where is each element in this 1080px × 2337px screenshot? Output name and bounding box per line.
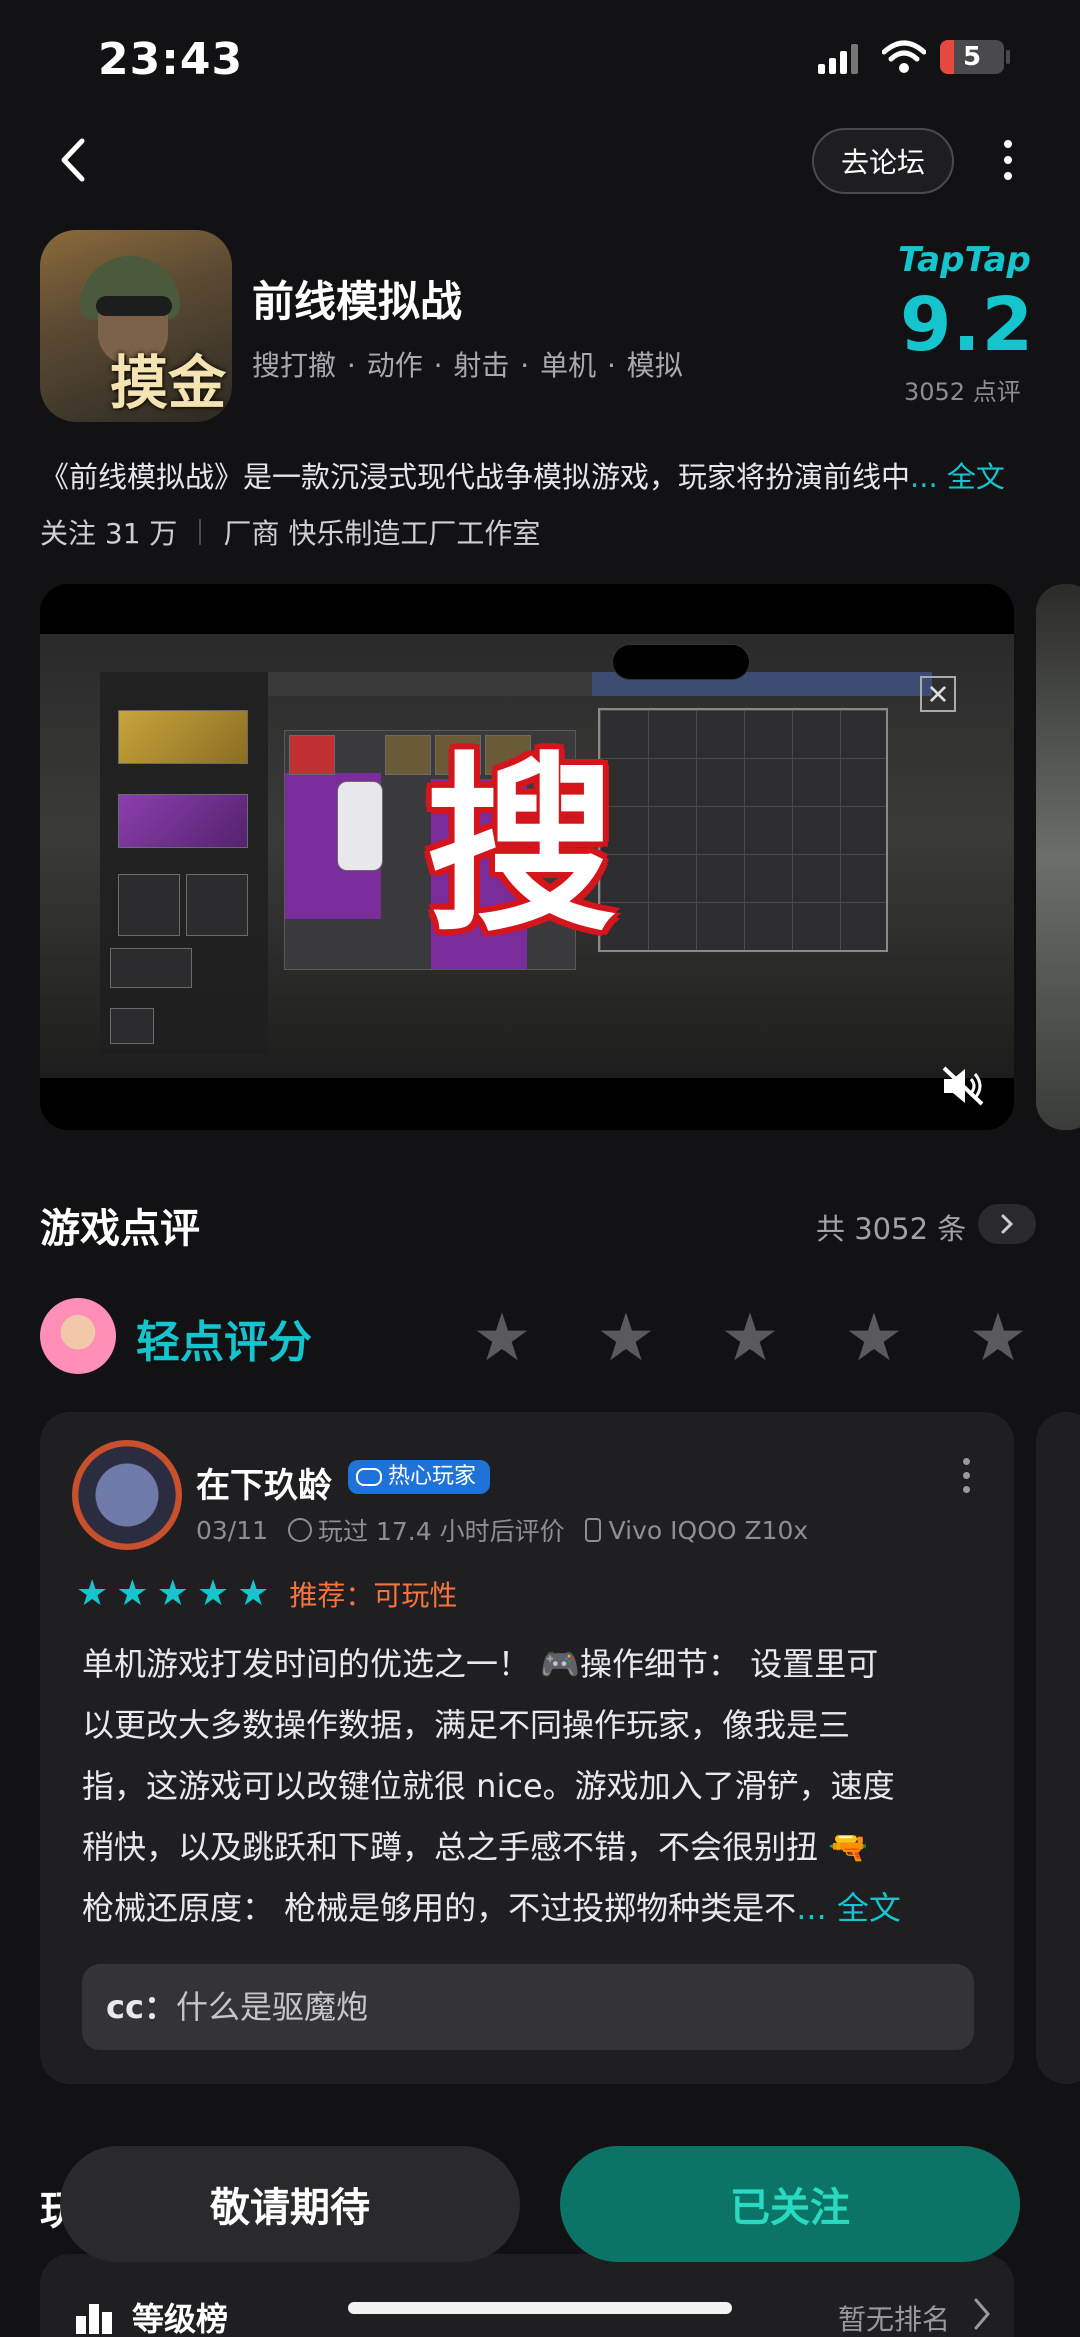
reviewer-name[interactable]: 在下玖龄 [196,1458,332,1507]
phone-icon [584,1518,601,1542]
clock-icon [288,1518,313,1542]
next-review-card[interactable] [1036,1412,1080,2084]
review-line: 以更改大多数操作数据，满足不同操作玩家，像我是三 [82,1706,851,1744]
rating-stars[interactable]: ★ ★ ★ ★ ★ [470,1305,1030,1371]
more-options-icon[interactable] [998,140,1018,184]
review-more-icon[interactable] [956,1458,976,1498]
review-playtime: 玩过 17.4 小时后评价 [318,1517,565,1546]
review-device: Vivo IQOO Z10x [608,1515,809,1545]
review-line: 稍快，以及跳跃和下蹲，总之手感不错，不会很别扭 🔫 [82,1828,869,1866]
rating-score: 9.2 [900,282,1035,368]
review-meta: 03/11 玩过 17.4 小时后评价 Vivo IQOO Z10x [196,1512,808,1548]
tap-to-rate-label: 轻点评分 [136,1317,312,1368]
rate-star-5[interactable]: ★ [966,1305,1030,1371]
forum-button[interactable]: 去论坛 [812,128,954,194]
cellular-signal-icon [818,42,860,74]
review-star-icon: ★ [196,1573,230,1614]
taptap-logo: TapTap [898,240,1031,280]
reply-text: 什么是驱魔炮 [175,1988,368,2026]
description-more-link[interactable]: ... 全文 [910,460,1005,494]
review-line: 枪械还原度： 枪械是够用的，不过投掷物种类是不 [82,1889,797,1927]
rating-count[interactable]: 3052 点评 [904,372,1021,407]
rank-card[interactable]: 等级榜 暂无排名 [40,2254,1014,2337]
meta-divider [199,519,202,545]
next-screenshot[interactable] [1036,584,1080,1130]
status-time: 23:43 [98,34,244,85]
review-line-last: 枪械还原度： 枪械是够用的，不过投掷物种类是不... 全文 [82,1878,982,1939]
followed-button[interactable]: 已关注 [560,2146,1020,2262]
review-star-icon: ★ [237,1573,270,1614]
chevron-right-icon [974,2298,990,2330]
review-card[interactable]: 在下玖龄 热心玩家 03/11 玩过 17.4 小时后评价 Vivo IQOO … [40,1412,1014,2084]
developer-link[interactable]: 厂商 快乐制造工厂工作室 [223,512,540,552]
mute-icon[interactable] [940,1064,986,1108]
battery-level: 5 [962,42,982,72]
coming-soon-button[interactable]: 敬请期待 [60,2146,520,2262]
rank-label: 等级榜 [132,2300,229,2337]
review-body[interactable]: 单机游戏打发时间的优选之一！ 🎮操作细节： 设置里可 以更改大多数操作数据，满足… [82,1634,982,1939]
search-overlay-text: 搜 [426,736,617,957]
battery-tip [1006,50,1010,64]
review-star-icon: ★ [156,1573,189,1614]
mascot-avatar [40,1298,116,1374]
rate-star-4[interactable]: ★ [842,1305,906,1371]
battery-icon: 5 [940,40,1004,74]
wifi-icon [882,40,926,73]
review-stars: ★ ★ ★ ★ ★ 推荐：可玩性 [76,1574,457,1614]
chevron-right-icon [1001,1214,1014,1234]
game-description: 《前线模拟战》是一款沉浸式现代战争模拟游戏，玩家将扮演前线中... 全文 [40,454,1040,496]
rate-star-3[interactable]: ★ [718,1305,782,1371]
home-indicator[interactable] [348,2302,732,2314]
mini-program-capsule [612,644,750,680]
game-icon-text: 摸金 [109,349,226,417]
review-star-icon: ★ [116,1573,149,1614]
ranking-icon [76,2304,112,2334]
followers-count: 关注 31 万 [40,517,178,550]
close-icon [920,676,956,712]
review-recommend: 推荐：可玩性 [289,1579,458,1612]
game-title: 前线模拟战 [252,277,463,326]
reviewer-avatar[interactable] [72,1440,182,1550]
reviews-more-button[interactable] [978,1204,1036,1244]
game-icon: 摸金 [40,230,232,422]
reviews-section-title: 游戏点评 [40,1206,200,1252]
rate-star-2[interactable]: ★ [594,1305,658,1371]
review-reply[interactable]: cc：什么是驱魔炮 [82,1964,974,2050]
review-line: 单机游戏打发时间的优选之一！ 🎮操作细节： 设置里可 [82,1645,879,1683]
review-total[interactable]: 共 3052 条 [816,1206,966,1248]
description-text: 《前线模拟战》是一款沉浸式现代战争模拟游戏，玩家将扮演前线中 [40,460,911,494]
gamepad-icon [356,1468,382,1486]
trailer-video[interactable]: 搜 [40,584,1014,1130]
game-tags: 搜打撤 · 动作 · 射击 · 单机 · 模拟 [252,349,683,382]
game-meta: 关注 31 万 厂商 快乐制造工厂工作室 [40,512,540,552]
review-date: 03/11 [196,1515,269,1545]
review-line: 指，这游戏可以改键位就很 nice。游戏加入了滑铲，速度 [82,1767,895,1805]
crate-grid [598,708,888,952]
reviewer-badge: 热心玩家 [348,1460,491,1494]
back-arrow-icon[interactable] [50,135,100,185]
reply-user: cc： [106,1988,176,2026]
badge-label: 热心玩家 [388,1464,477,1489]
rank-value: 暂无排名 [838,2303,951,2336]
review-star-icon: ★ [76,1573,109,1614]
rate-star-1[interactable]: ★ [470,1305,534,1371]
review-full-text-link[interactable]: ... 全文 [796,1889,901,1927]
